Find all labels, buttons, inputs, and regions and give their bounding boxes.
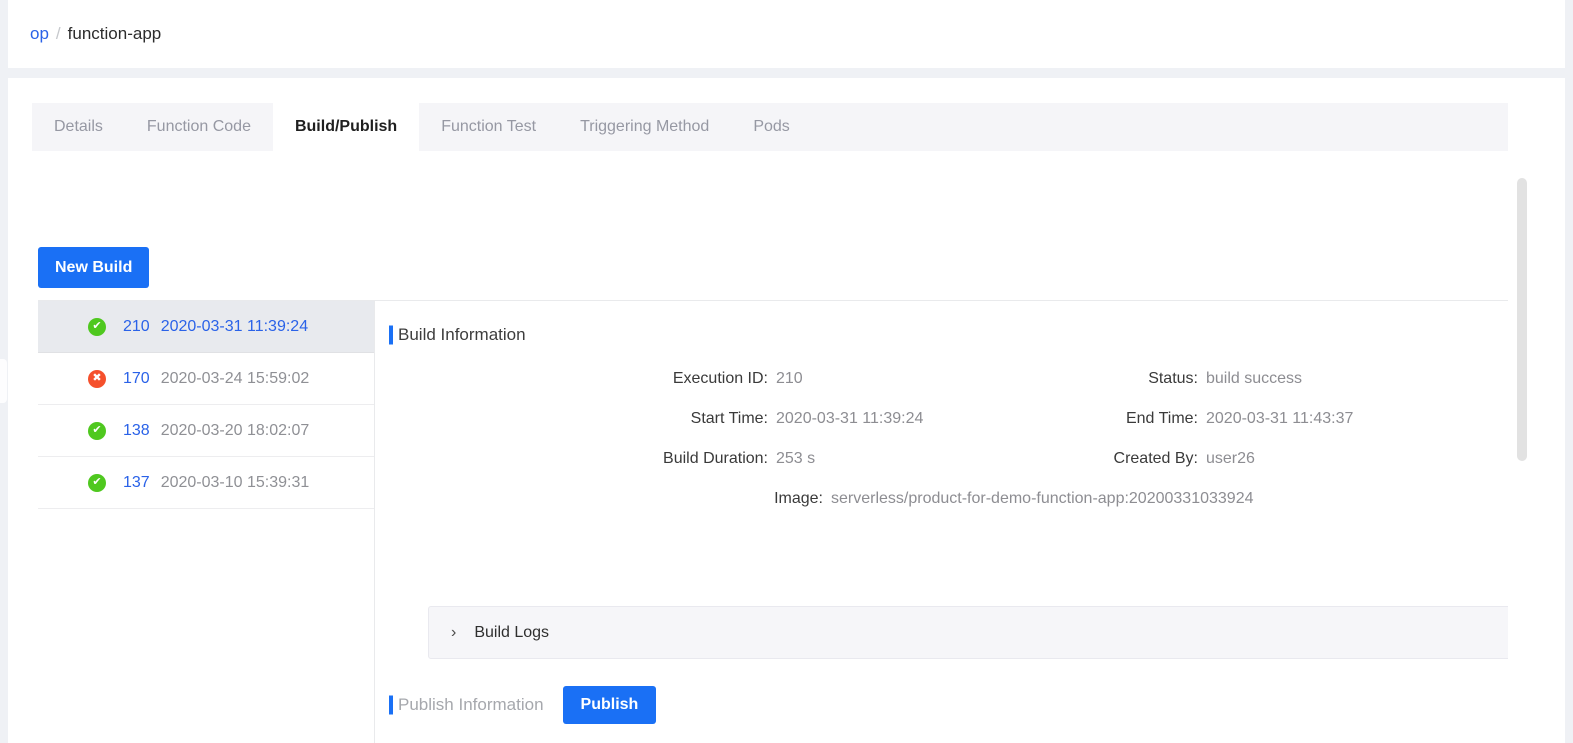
execution-id-label: Execution ID: xyxy=(673,370,768,388)
breadcrumb-card: op / function-app xyxy=(8,0,1565,68)
build-item-time: 2020-03-10 15:39:31 xyxy=(161,474,310,492)
image-value: serverless/product-for-demo-function-app… xyxy=(823,490,831,508)
created-by-value: user26 xyxy=(1198,450,1206,468)
check-circle-icon: ✔ xyxy=(88,474,106,492)
created-by-field: Created By: user26 xyxy=(776,450,1206,468)
build-information-title: Build Information xyxy=(376,325,526,345)
breadcrumb-current-function-app: function-app xyxy=(68,24,162,43)
tab-function-test[interactable]: Function Test xyxy=(419,103,558,151)
end-time-value: 2020-03-31 11:43:37 xyxy=(1198,410,1206,428)
vertical-scrollbar-track[interactable] xyxy=(1517,178,1527,743)
publish-information-header: Publish Information Publish xyxy=(376,686,656,724)
main-content-card: Details Function Code Build/Publish Func… xyxy=(8,78,1565,743)
vertical-scrollbar-thumb[interactable] xyxy=(1517,178,1527,461)
info-row: Image: serverless/product-for-demo-funct… xyxy=(376,479,1508,519)
status-field: Status: build success xyxy=(776,370,1206,388)
build-list-item[interactable]: ✔ 210 2020-03-31 11:39:24 xyxy=(38,301,374,353)
publish-information-title: Publish Information xyxy=(376,695,544,715)
tab-build-publish[interactable]: Build/Publish xyxy=(273,103,419,151)
build-detail-pane: Build Information Execution ID: 210 Stat… xyxy=(376,301,1508,743)
info-row: Build Duration: 253 s Created By: user26 xyxy=(376,439,1508,479)
execution-id-value: 210 xyxy=(768,370,776,388)
breadcrumb-separator: / xyxy=(56,24,61,43)
build-list-item[interactable]: ✖ 170 2020-03-24 15:59:02 xyxy=(38,353,374,405)
build-duration-value: 253 s xyxy=(768,450,776,468)
tab-bar: Details Function Code Build/Publish Func… xyxy=(32,103,1508,151)
build-item-id: 210 xyxy=(123,318,150,336)
created-by-label: Created By: xyxy=(1114,450,1198,468)
build-item-time: 2020-03-20 18:02:07 xyxy=(161,422,310,440)
info-row: Start Time: 2020-03-31 11:39:24 End Time… xyxy=(376,399,1508,439)
check-circle-icon: ✔ xyxy=(88,422,106,440)
end-time-field: End Time: 2020-03-31 11:43:37 xyxy=(776,410,1206,428)
check-circle-icon: ✔ xyxy=(88,318,106,336)
build-list: ✔ 210 2020-03-31 11:39:24 ✖ 170 2020-03-… xyxy=(38,301,375,743)
build-logs-label: Build Logs xyxy=(474,624,549,642)
build-duration-field: Build Duration: 253 s xyxy=(376,450,776,468)
build-item-id: 170 xyxy=(123,370,150,388)
build-information-grid: Execution ID: 210 Status: build success … xyxy=(376,359,1508,519)
start-time-value: 2020-03-31 11:39:24 xyxy=(768,410,776,428)
build-split-area: ✔ 210 2020-03-31 11:39:24 ✖ 170 2020-03-… xyxy=(38,300,1508,743)
close-circle-icon: ✖ xyxy=(88,370,106,388)
tab-details[interactable]: Details xyxy=(32,103,125,151)
sidebar-collapse-handle[interactable] xyxy=(0,359,7,403)
build-item-time: 2020-03-31 11:39:24 xyxy=(161,318,308,336)
end-time-label: End Time: xyxy=(1126,410,1198,428)
build-item-id: 137 xyxy=(123,474,150,492)
breadcrumb-link-op[interactable]: op xyxy=(30,24,49,43)
status-label: Status: xyxy=(1148,370,1198,388)
tab-pods[interactable]: Pods xyxy=(731,103,811,151)
build-item-time: 2020-03-24 15:59:02 xyxy=(161,370,310,388)
image-label: Image: xyxy=(774,490,823,508)
build-item-id: 138 xyxy=(123,422,150,440)
start-time-field: Start Time: 2020-03-31 11:39:24 xyxy=(376,410,776,428)
build-duration-label: Build Duration: xyxy=(663,450,768,468)
new-build-button[interactable]: New Build xyxy=(38,247,149,288)
status-value: build success xyxy=(1198,370,1206,388)
publish-button[interactable]: Publish xyxy=(563,686,657,724)
image-field: Image: serverless/product-for-demo-funct… xyxy=(376,490,831,508)
chevron-right-icon: › xyxy=(451,625,456,641)
build-logs-panel[interactable]: › Build Logs xyxy=(428,606,1508,659)
tab-function-code[interactable]: Function Code xyxy=(125,103,273,151)
execution-id-field: Execution ID: 210 xyxy=(376,370,776,388)
tab-triggering-method[interactable]: Triggering Method xyxy=(558,103,731,151)
build-list-item[interactable]: ✔ 138 2020-03-20 18:02:07 xyxy=(38,405,374,457)
info-row: Execution ID: 210 Status: build success xyxy=(376,359,1508,399)
start-time-label: Start Time: xyxy=(691,410,768,428)
build-list-item[interactable]: ✔ 137 2020-03-10 15:39:31 xyxy=(38,457,374,509)
breadcrumb: op / function-app xyxy=(8,24,161,44)
